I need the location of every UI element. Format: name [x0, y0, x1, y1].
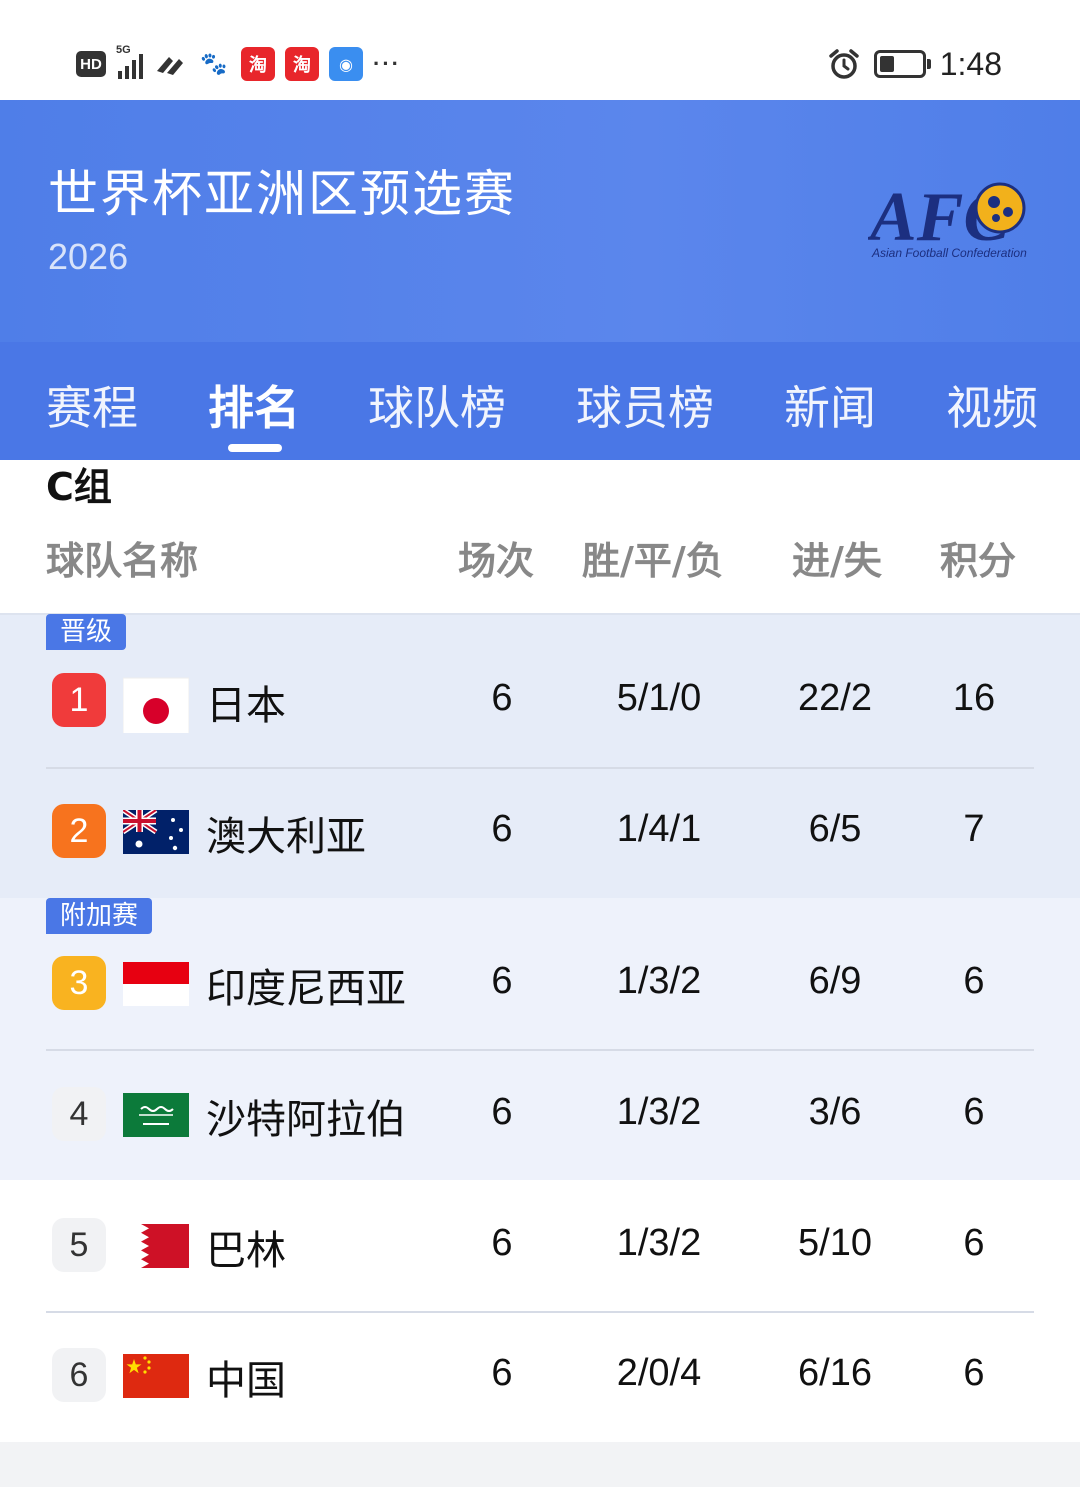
- afc-logo-subtext: Asian Football Confederation: [872, 246, 1027, 260]
- rank-badge: 5: [52, 1218, 106, 1272]
- tab-team-rankings[interactable]: 球队榜: [368, 372, 506, 438]
- team-name: 印度尼西亚: [206, 966, 406, 1012]
- competition-title: 世界杯亚洲区预选赛: [48, 165, 516, 223]
- table-row[interactable]: 3 印度尼西亚 6 1/3/2 6/9 6: [0, 918, 1080, 1048]
- goals-for-against: 6/16: [798, 1352, 872, 1394]
- table-row[interactable]: 6 中国 6 2/0/4 6/16 6: [0, 1310, 1080, 1440]
- group-label: C组: [46, 465, 112, 509]
- games-played: 6: [491, 1222, 513, 1264]
- status-right: 1:48: [828, 44, 1002, 84]
- taobao-icon: 淘: [285, 47, 319, 81]
- japan-flag-icon: [123, 677, 189, 733]
- table-row[interactable]: 4 沙特阿拉伯 6 1/3/2 3/6 6: [0, 1049, 1080, 1179]
- competition-year: 2026: [48, 236, 129, 277]
- win-draw-loss: 1/4/1: [616, 808, 702, 850]
- hd-voice-icon: HD: [76, 51, 106, 77]
- table-row[interactable]: 1 日本 6 5/1/0 22/2 16: [0, 635, 1080, 765]
- team-name: 沙特阿拉伯: [206, 1097, 406, 1143]
- goals-for-against: 6/5: [808, 808, 862, 850]
- clock: 1:48: [939, 45, 1002, 82]
- security-icon: ◉: [329, 47, 363, 81]
- australia-flag-icon: [123, 810, 189, 854]
- team-name: 澳大利亚: [206, 814, 366, 860]
- network-label: 5G: [116, 44, 131, 56]
- rank-badge: 6: [52, 1348, 106, 1402]
- column-header-team: 球队名称: [46, 539, 199, 583]
- saudi-arabia-flag-icon: [123, 1093, 189, 1137]
- tab-news[interactable]: 新闻: [784, 372, 876, 438]
- team-name: 巴林: [206, 1228, 286, 1274]
- battery-icon: [873, 50, 931, 78]
- alarm-icon: [828, 49, 859, 79]
- afc-logo: AFC Asian Football Confederation: [866, 178, 1040, 268]
- afc-logo-mark: AFC: [866, 179, 1026, 256]
- header-divider: [0, 613, 1080, 615]
- games-played: 6: [491, 808, 513, 850]
- win-draw-loss: 2/0/4: [616, 1352, 702, 1394]
- tab-video[interactable]: 视频: [946, 372, 1038, 438]
- status-left: HD 5G 🐾 淘 淘 ◉ ···: [76, 44, 401, 84]
- column-header-goals: 进/失: [792, 539, 882, 583]
- rank-badge: 2: [52, 804, 106, 858]
- signal-icon: 5G: [116, 45, 143, 79]
- active-tab-indicator: [228, 444, 282, 452]
- list-footer: [0, 1442, 1080, 1487]
- games-played: 6: [491, 1352, 513, 1394]
- win-draw-loss: 1/3/2: [616, 960, 702, 1002]
- points: 6: [963, 960, 985, 1002]
- goals-for-against: 22/2: [798, 677, 872, 719]
- win-draw-loss: 1/3/2: [616, 1091, 702, 1133]
- team-name: 日本: [206, 683, 286, 729]
- status-bar: HD 5G 🐾 淘 淘 ◉ ··· 1:48: [0, 0, 1080, 100]
- games-played: 6: [491, 677, 513, 719]
- taobao-icon: 淘: [241, 47, 275, 81]
- games-played: 6: [491, 960, 513, 1002]
- win-draw-loss: 5/1/0: [616, 677, 702, 719]
- competition-header: 世界杯亚洲区预选赛 2026 AFC Asian Football Confed…: [0, 100, 1080, 342]
- points: 7: [963, 808, 985, 850]
- column-header-points: 积分: [940, 539, 1017, 583]
- baidu-icon: 🐾: [197, 47, 231, 81]
- rank-badge: 3: [52, 956, 106, 1010]
- games-played: 6: [491, 1091, 513, 1133]
- points: 16: [952, 677, 996, 719]
- table-row[interactable]: 2 澳大利亚 6 1/4/1 6/5 7: [0, 766, 1080, 896]
- points: 6: [963, 1352, 985, 1394]
- win-draw-loss: 1/3/2: [616, 1222, 702, 1264]
- goals-for-against: 5/10: [798, 1222, 872, 1264]
- china-flag-icon: [123, 1354, 189, 1398]
- goals-for-against: 6/9: [808, 960, 862, 1002]
- rank-badge: 4: [52, 1087, 106, 1141]
- tab-bar: 赛程 排名 球队榜 球员榜 新闻 视频: [0, 342, 1080, 460]
- tab-player-rankings[interactable]: 球员榜: [576, 372, 714, 438]
- rank-badge: 1: [52, 673, 106, 727]
- more-notifications-icon: ···: [373, 51, 401, 76]
- tab-standings[interactable]: 排名: [208, 372, 300, 438]
- points: 6: [963, 1091, 985, 1133]
- points: 6: [963, 1222, 985, 1264]
- indonesia-flag-icon: [123, 962, 189, 1006]
- pinwheel-icon: [157, 57, 183, 75]
- tab-schedule[interactable]: 赛程: [46, 372, 138, 438]
- table-row[interactable]: 5 巴林 6 1/3/2 5/10 6: [0, 1180, 1080, 1310]
- column-header-games: 场次: [458, 539, 535, 583]
- column-header-wdl: 胜/平/负: [582, 539, 724, 583]
- team-name: 中国: [206, 1358, 286, 1404]
- goals-for-against: 3/6: [808, 1091, 862, 1133]
- bahrain-flag-icon: [123, 1224, 189, 1268]
